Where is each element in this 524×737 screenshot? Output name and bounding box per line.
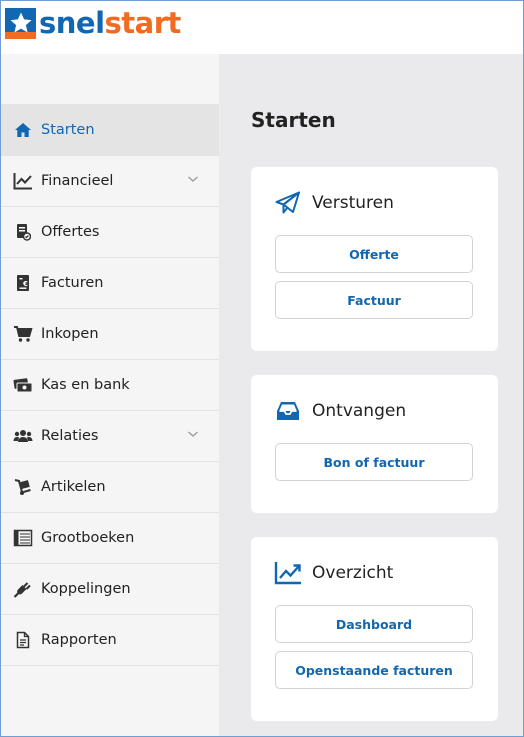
card-overzicht: Overzicht Dashboard Openstaande facturen — [251, 537, 498, 721]
hand-truck-icon — [13, 477, 33, 497]
offer-document-icon — [13, 222, 33, 242]
bon-of-factuur-button[interactable]: Bon of factuur — [275, 443, 473, 481]
card-header: Versturen — [274, 189, 394, 217]
app-window: snelstart Starten Financieel Offertes € … — [0, 0, 524, 737]
ledger-icon — [13, 528, 33, 548]
page-title: Starten — [251, 108, 336, 132]
sidebar-item-label: Koppelingen — [41, 581, 131, 597]
card-versturen: Versturen Offerte Factuur — [251, 167, 498, 351]
sidebar-item-label: Facturen — [41, 275, 104, 291]
home-icon — [13, 120, 33, 140]
sidebar-item-grootboeken[interactable]: Grootboeken — [1, 513, 219, 564]
sidebar: Starten Financieel Offertes € Facturen I… — [1, 54, 219, 736]
sidebar-item-rapporten[interactable]: Rapporten — [1, 615, 219, 666]
sidebar-item-kas-en-bank[interactable]: Kas en bank — [1, 360, 219, 411]
logo-wordmark: snelstart — [39, 5, 182, 40]
factuur-button[interactable]: Factuur — [275, 281, 473, 319]
card-header: Ontvangen — [274, 397, 406, 425]
sidebar-item-label: Inkopen — [41, 326, 99, 342]
card-header: Overzicht — [274, 559, 393, 587]
svg-text:€: € — [22, 280, 28, 288]
sidebar-item-label: Relaties — [41, 428, 99, 444]
sidebar-item-label: Grootboeken — [41, 530, 135, 546]
sidebar-item-facturen[interactable]: € Facturen — [1, 258, 219, 309]
paper-plane-icon — [274, 189, 302, 217]
money-icon — [13, 375, 33, 395]
sidebar-item-artikelen[interactable]: Artikelen — [1, 462, 219, 513]
dashboard-button[interactable]: Dashboard — [275, 605, 473, 643]
invoice-icon: € — [13, 273, 33, 293]
card-ontvangen: Ontvangen Bon of factuur — [251, 375, 498, 513]
shopping-cart-icon — [13, 324, 33, 344]
sidebar-item-starten[interactable]: Starten — [1, 105, 219, 156]
inbox-icon — [274, 397, 302, 425]
card-title: Ontvangen — [312, 401, 407, 421]
sidebar-item-offertes[interactable]: Offertes — [1, 207, 219, 258]
sidebar-item-label: Kas en bank — [41, 377, 130, 393]
users-icon — [13, 426, 33, 446]
star-logo-icon — [5, 7, 36, 39]
main-content: Starten Versturen Offerte Factuur Ontvan… — [219, 54, 523, 736]
chevron-down-icon[interactable] — [187, 428, 199, 440]
sidebar-item-label: Offertes — [41, 224, 100, 240]
logo-snel-text: snel — [39, 5, 105, 40]
offerte-button[interactable]: Offerte — [275, 235, 473, 273]
chevron-down-icon[interactable] — [187, 173, 199, 185]
card-title: Overzicht — [312, 563, 394, 583]
card-title: Versturen — [312, 193, 394, 213]
sidebar-item-label: Artikelen — [41, 479, 106, 495]
sidebar-item-label: Rapporten — [41, 632, 117, 648]
line-chart-icon — [13, 171, 33, 191]
sidebar-item-financieel[interactable]: Financieel — [1, 156, 219, 207]
logo-start-text: start — [104, 5, 182, 40]
top-bar: snelstart — [1, 1, 523, 54]
sidebar-nav: Starten Financieel Offertes € Facturen I… — [1, 104, 219, 666]
chart-overview-icon — [274, 559, 302, 587]
sidebar-item-koppelingen[interactable]: Koppelingen — [1, 564, 219, 615]
sidebar-item-relaties[interactable]: Relaties — [1, 411, 219, 462]
sidebar-item-label: Starten — [41, 122, 95, 138]
plug-icon — [13, 579, 33, 599]
sidebar-item-inkopen[interactable]: Inkopen — [1, 309, 219, 360]
report-icon — [13, 630, 33, 650]
snelstart-logo[interactable]: snelstart — [5, 7, 181, 39]
openstaande-facturen-button[interactable]: Openstaande facturen — [275, 651, 473, 689]
sidebar-item-label: Financieel — [41, 173, 114, 189]
